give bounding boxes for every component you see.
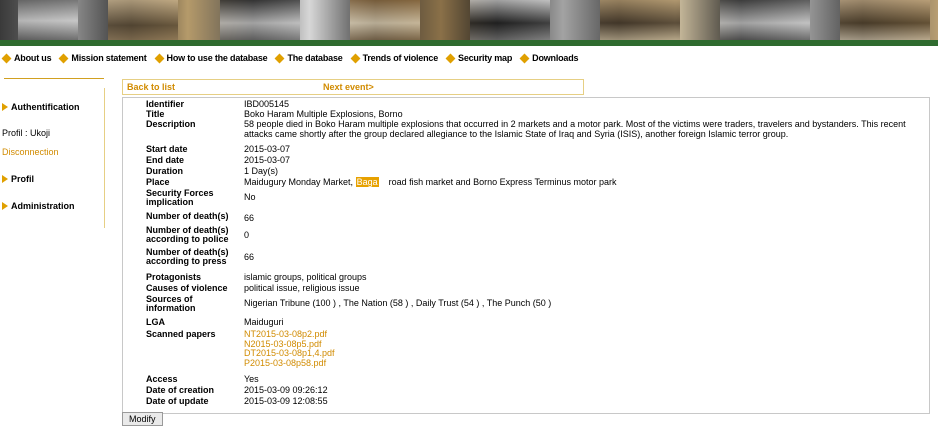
nav-label: About us [14, 53, 52, 63]
detail-value: Maiduguri [244, 317, 284, 327]
nav-label: Trends of violence [362, 53, 439, 63]
sidebar-divider [4, 78, 104, 79]
modify-button[interactable]: Modify [122, 412, 163, 426]
detail-label: Scanned papers [146, 329, 216, 339]
detail-value: islamic groups, political groups [244, 272, 367, 282]
banner-stripe [0, 40, 938, 46]
detail-value: 2015-03-09 12:08:55 [244, 396, 328, 406]
sidebar-item-label: Profil [11, 174, 35, 184]
detail-label: Number of death(s) according to police [146, 225, 229, 244]
scanned-papers-list: NT2015-03-08p2.pdf N2015-03-08p5.pdf DT2… [244, 329, 924, 369]
detail-label: End date [146, 155, 185, 165]
place-suffix: road fish market and Borno Express Termi… [388, 177, 617, 187]
detail-label: Number of death(s) according to press [146, 247, 229, 266]
nav-label: How to use the database [166, 53, 268, 63]
scanned-paper-link[interactable]: N2015-03-08p5.pdf [244, 339, 924, 350]
diamond-bullet-icon [275, 53, 285, 63]
scanned-paper-link[interactable]: DT2015-03-08p1,4.pdf [244, 348, 924, 359]
nav-about-us[interactable]: About us [0, 53, 52, 63]
detail-value: 66 [244, 252, 255, 262]
detail-label: Date of creation [146, 385, 215, 395]
nav-trends-of-violence[interactable]: Trends of violence [349, 53, 438, 63]
profile-user-label: Profil : Ukoji [2, 128, 51, 138]
nav-label: Downloads [532, 53, 579, 63]
nav-label: Mission statement [71, 53, 147, 63]
sidebar-item-authentification[interactable]: Authentification [0, 102, 80, 112]
event-details: Identifier IBD005145 Title Boko Haram Mu… [122, 97, 930, 414]
detail-label: LGA [146, 317, 165, 327]
detail-label: Date of update [146, 396, 209, 406]
detail-label: Place [146, 177, 170, 187]
triangle-bullet-icon [2, 103, 8, 111]
detail-value: Nigerian Tribune (100 ) , The Nation (58… [244, 298, 552, 308]
next-event-link[interactable]: Next event> [323, 82, 374, 92]
detail-label: Protagonists [146, 272, 202, 282]
detail-value: No [244, 192, 256, 202]
sidebar-item-administration[interactable]: Administration [0, 201, 75, 211]
detail-label: Security Forces implication [146, 188, 214, 207]
diamond-bullet-icon [445, 53, 456, 63]
sidebar-item-label: Administration [11, 201, 75, 211]
detail-label: Causes of violence [146, 283, 228, 293]
detail-label: Description [146, 119, 196, 129]
nav-how-to-use[interactable]: How to use the database [153, 53, 268, 63]
detail-value: political issue, religious issue [244, 283, 360, 293]
detail-value: 2015-03-07 [244, 144, 291, 154]
sidebar-panel: Authentification Profil : Ukoji Disconne… [0, 88, 105, 228]
sidebar-item-profil[interactable]: Profil [0, 174, 34, 184]
main-nav: About us Mission statement How to use th… [0, 52, 584, 64]
detail-label: Sources of information [146, 294, 196, 313]
detail-label: Number of death(s) [146, 211, 229, 221]
scanned-paper-link[interactable]: NT2015-03-08p2.pdf [244, 329, 924, 340]
sidebar-item-label: Authentification [11, 102, 80, 112]
diamond-bullet-icon [350, 53, 361, 63]
sidebar: Authentification Profil : Ukoji Disconne… [0, 78, 105, 438]
diamond-bullet-icon [1, 53, 12, 63]
triangle-bullet-icon [2, 175, 8, 183]
detail-label: Title [146, 109, 165, 119]
detail-value: 58 people died in Boko Haram multiple ex… [244, 119, 906, 139]
diamond-bullet-icon [519, 53, 530, 63]
event-navigation: Back to list Next event> [122, 79, 584, 95]
detail-value: Yes [244, 374, 259, 384]
detail-label: Access [146, 374, 178, 384]
header-banner [0, 0, 938, 46]
place-prefix: Maidugury Monday Market, [244, 177, 354, 187]
place-highlight: Baga [355, 177, 379, 187]
nav-label: The database [287, 53, 343, 63]
scanned-paper-link[interactable]: P2015-03-08p58.pdf [244, 358, 924, 369]
nav-mission-statement[interactable]: Mission statement [57, 53, 147, 63]
nav-security-map[interactable]: Security map [444, 53, 512, 63]
nav-downloads[interactable]: Downloads [518, 53, 579, 63]
nav-the-database[interactable]: The database [273, 53, 343, 63]
detail-value: 2015-03-07 [244, 155, 291, 165]
diamond-bullet-icon [154, 53, 164, 63]
triangle-bullet-icon [2, 202, 8, 210]
detail-label: Identifier [146, 99, 185, 109]
detail-label: Duration [146, 166, 183, 176]
back-to-list-link[interactable]: Back to list [127, 82, 175, 92]
detail-value: 0 [244, 230, 250, 240]
nav-label: Security map [458, 53, 513, 63]
diamond-bullet-icon [58, 53, 69, 63]
detail-label: Start date [146, 144, 188, 154]
detail-value: 2015-03-09 09:26:12 [244, 385, 328, 395]
detail-value: 66 [244, 213, 255, 223]
detail-value: Maidugury Monday Market, Baga road fish … [244, 177, 924, 188]
detail-value: 1 Day(s) [244, 166, 279, 176]
disconnection-link[interactable]: Disconnection [2, 147, 59, 157]
